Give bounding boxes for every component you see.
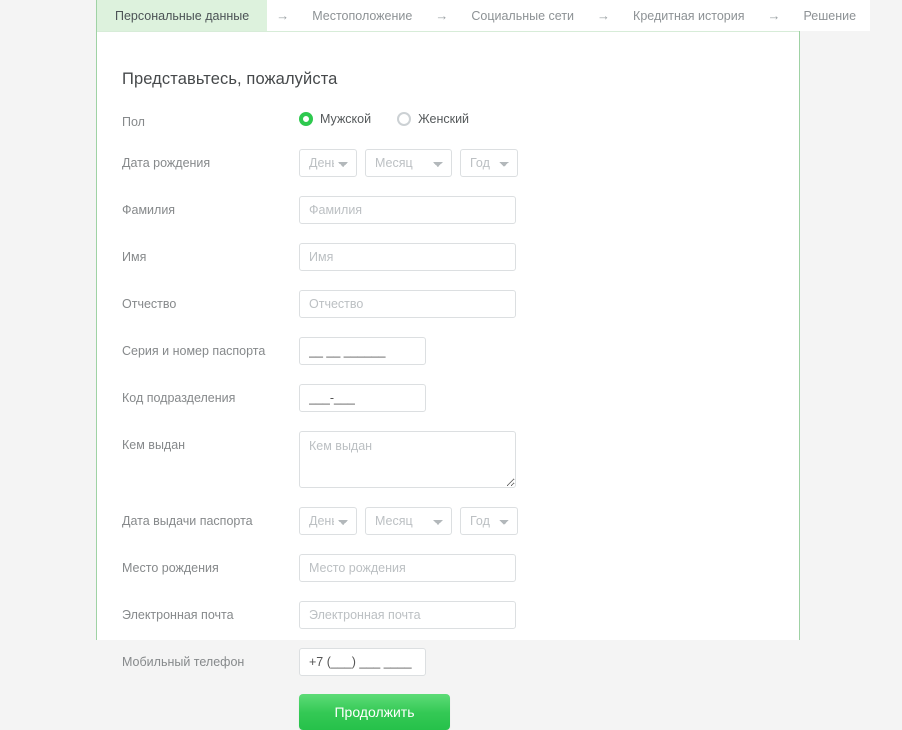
submit-row: Продолжить — [97, 694, 799, 730]
progress-stepper: Персональные данные → Местоположение → С… — [97, 0, 871, 32]
radio-selected-icon — [299, 112, 313, 126]
passport-number-input[interactable] — [299, 337, 426, 365]
stepper-arrow-icon-2: → — [435, 8, 449, 23]
gender-radio-group: Мужской Женский — [299, 108, 469, 126]
birth-place-label: Место рождения — [122, 561, 219, 575]
passport-number-label: Серия и номер паспорта — [122, 344, 266, 358]
first-name-input[interactable] — [299, 243, 516, 271]
tab-label: Кредитная история — [633, 8, 745, 23]
field-row-middle-name: Отчество — [97, 290, 799, 318]
gender-option-label: Женский — [418, 112, 470, 126]
application-card: Персональные данные → Местоположение → С… — [96, 0, 871, 730]
field-row-passport-number: Серия и номер паспорта — [97, 337, 799, 365]
birth-place-input[interactable] — [299, 554, 516, 582]
stepper-arrow-icon-4: → — [767, 8, 781, 23]
field-row-email: Электронная почта — [97, 601, 799, 629]
middle-name-label: Отчество — [122, 297, 177, 311]
field-row-issued-by: Кем выдан — [97, 431, 799, 488]
radio-unselected-icon — [397, 112, 412, 126]
tab-label: Решение — [803, 8, 857, 23]
birth-day-select[interactable]: День — [299, 149, 357, 177]
stepper-arrow-icon-3: → — [597, 8, 611, 23]
tab-decision[interactable]: Решение — [789, 0, 871, 31]
tab-label: Местоположение — [312, 8, 413, 23]
last-name-label: Фамилия — [122, 203, 176, 217]
birth-date-label: Дата рождения — [122, 156, 211, 170]
issue-date-label: Дата выдачи паспорта — [122, 514, 253, 528]
tab-label: Социальные сети — [471, 8, 575, 23]
issued-by-textarea[interactable] — [299, 431, 516, 488]
email-label: Электронная почта — [122, 608, 234, 622]
birth-month-select[interactable]: Месяц — [365, 149, 452, 177]
issued-by-label: Кем выдан — [122, 438, 186, 452]
continue-button[interactable]: Продолжить — [299, 694, 450, 730]
issue-month-select[interactable]: Месяц — [365, 507, 452, 535]
field-row-birth-date: Дата рождения День Месяц Год — [97, 149, 799, 177]
phone-input[interactable] — [299, 648, 426, 676]
form-title: Представьтесь, пожалуйста — [122, 70, 338, 88]
submit-spacer — [122, 694, 299, 730]
tab-location[interactable]: Местоположение — [298, 0, 427, 31]
middle-name-input[interactable] — [299, 290, 516, 318]
department-code-input[interactable] — [299, 384, 426, 412]
gender-option-male[interactable]: Мужской — [299, 112, 371, 126]
stepper-arrow-icon-1: → — [276, 8, 290, 23]
issue-day-select[interactable]: День — [299, 507, 357, 535]
phone-label: Мобильный телефон — [122, 655, 245, 669]
field-row-issue-date: Дата выдачи паспорта День Месяц Год — [97, 507, 799, 535]
birth-year-select[interactable]: Год — [460, 149, 518, 177]
email-input[interactable] — [299, 601, 516, 629]
field-row-gender: Пол Мужской Женский — [97, 108, 799, 130]
last-name-input[interactable] — [299, 196, 516, 224]
gender-option-label: Мужской — [320, 112, 372, 126]
field-row-phone: Мобильный телефон — [97, 648, 799, 676]
issue-year-select[interactable]: Год — [460, 507, 518, 535]
gender-label: Пол — [122, 115, 145, 129]
field-row-last-name: Фамилия — [97, 196, 799, 224]
personal-data-form: Представьтесь, пожалуйста Пол Мужской Же… — [97, 32, 799, 730]
tab-credit-history[interactable]: Кредитная история — [619, 0, 759, 31]
department-code-label: Код подразделения — [122, 391, 236, 405]
field-row-department-code: Код подразделения — [97, 384, 799, 412]
gender-option-female[interactable]: Женский — [397, 112, 469, 126]
tab-label: Персональные данные — [115, 8, 250, 23]
field-row-first-name: Имя — [97, 243, 799, 271]
tab-personal-data[interactable]: Персональные данные — [97, 0, 268, 31]
first-name-label: Имя — [122, 250, 147, 264]
tab-social-networks[interactable]: Социальные сети — [457, 0, 589, 31]
field-row-birth-place: Место рождения — [97, 554, 799, 582]
